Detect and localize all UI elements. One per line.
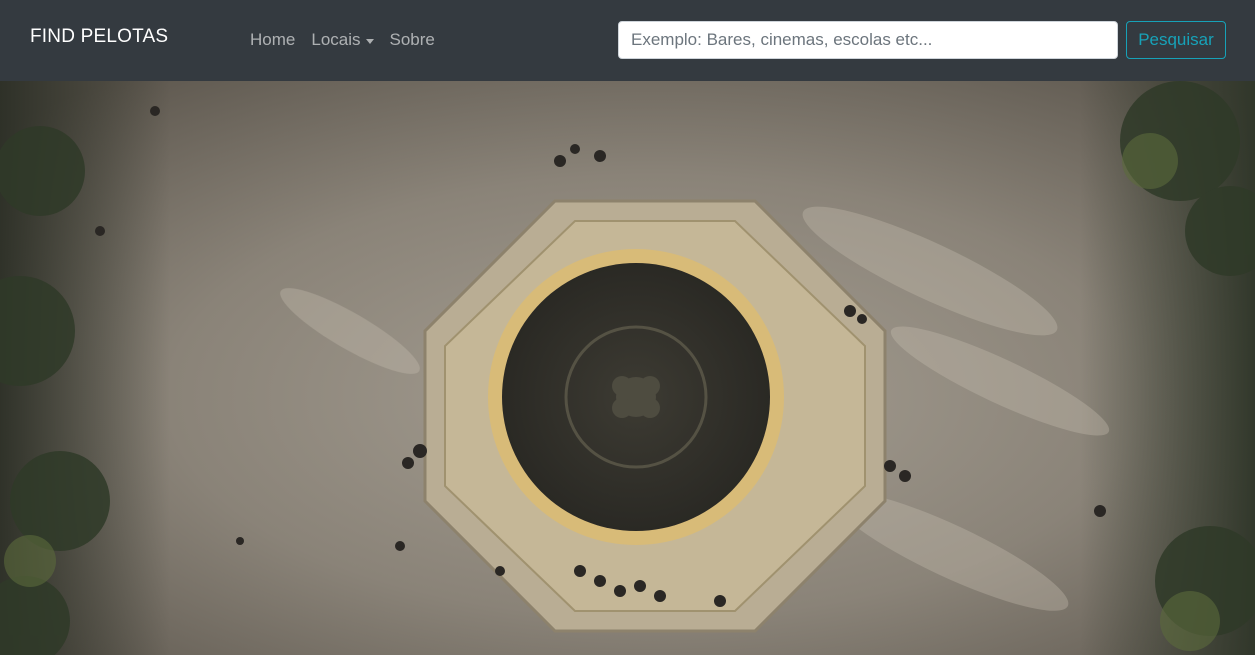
nav-links: Home Locais Sobre (250, 30, 435, 50)
nav-locais-label: Locais (311, 30, 361, 49)
nav-home-label: Home (250, 30, 296, 49)
hero-aerial-image (0, 81, 1255, 655)
search-input[interactable] (618, 21, 1118, 59)
nav-sobre[interactable]: Sobre (390, 30, 435, 50)
aerial-fountain-illustration (0, 81, 1255, 655)
search-button[interactable]: Pesquisar (1126, 21, 1226, 59)
brand-logo[interactable]: FIND PELOTAS (30, 26, 168, 48)
top-navbar: FIND PELOTAS Home Locais Sobre Pesquisar (0, 0, 1255, 81)
nav-sobre-label: Sobre (389, 30, 435, 49)
nav-home[interactable]: Home (250, 30, 295, 50)
nav-locais-dropdown[interactable]: Locais (311, 30, 374, 50)
caret-down-icon (365, 38, 374, 44)
